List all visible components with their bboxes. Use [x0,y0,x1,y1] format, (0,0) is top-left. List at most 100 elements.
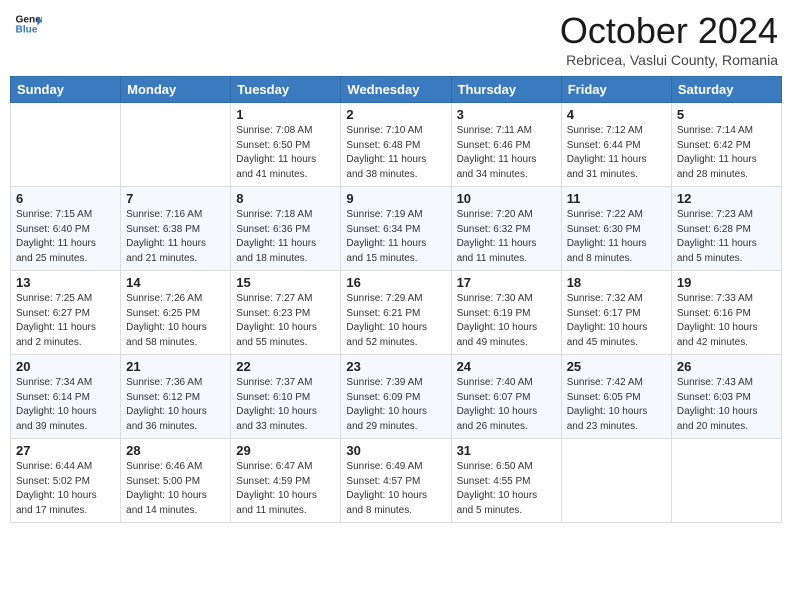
cell-details: Sunrise: 6:44 AMSunset: 5:02 PMDaylight:… [16,460,115,518]
calendar-cell: 23Sunrise: 7:39 AMSunset: 6:09 PMDayligh… [341,355,451,439]
logo: General Blue [14,10,42,38]
day-number: 21 [126,359,225,374]
cell-details: Sunrise: 7:26 AMSunset: 6:25 PMDaylight:… [126,292,225,350]
calendar-cell: 6 Sunrise: 7:15 AMSunset: 6:40 PMDaylight… [11,187,121,271]
calendar-cell: 7 Sunrise: 7:16 AMSunset: 6:38 PMDaylight… [121,187,231,271]
day-number: 26 [677,359,776,374]
cell-details: Sunrise: 7:29 AMSunset: 6:21 PMDaylight:… [346,292,445,350]
day-header-saturday: Saturday [671,77,781,103]
calendar-cell: 11 Sunrise: 7:22 AMSunset: 6:30 PMDayligh… [561,187,671,271]
day-header-monday: Monday [121,77,231,103]
day-number: 18 [567,275,666,290]
cell-details: Sunrise: 6:46 AMSunset: 5:00 PMDaylight:… [126,460,225,518]
calendar-week-row: 13 Sunrise: 7:25 AMSunset: 6:27 PMDayligh… [11,271,782,355]
day-number: 12 [677,191,776,206]
cell-details: Sunrise: 6:49 AMSunset: 4:57 PMDaylight:… [346,460,445,518]
cell-details: Sunrise: 7:42 AMSunset: 6:05 PMDaylight:… [567,376,666,434]
cell-details: Sunrise: 7:34 AMSunset: 6:14 PMDaylight:… [16,376,115,434]
calendar-cell [121,103,231,187]
day-number: 13 [16,275,115,290]
day-number: 31 [457,443,556,458]
calendar-week-row: 20 Sunrise: 7:34 AMSunset: 6:14 PMDayligh… [11,355,782,439]
cell-details: Sunrise: 7:16 AMSunset: 6:38 PMDaylight:… [126,208,225,266]
day-number: 15 [236,275,335,290]
calendar-week-row: 27 Sunrise: 6:44 AMSunset: 5:02 PMDayligh… [11,439,782,523]
cell-details: Sunrise: 7:40 AMSunset: 6:07 PMDaylight:… [457,376,556,434]
page-header: General Blue October 2024 Rebricea, Vasl… [10,10,782,68]
calendar-cell: 21Sunrise: 7:36 AMSunset: 6:12 PMDayligh… [121,355,231,439]
cell-details: Sunrise: 7:23 AMSunset: 6:28 PMDaylight:… [677,208,776,266]
day-number: 5 [677,107,776,122]
calendar-cell: 5Sunrise: 7:14 AMSunset: 6:42 PMDaylight… [671,103,781,187]
calendar-cell: 3 Sunrise: 7:11 AMSunset: 6:46 PMDaylight… [451,103,561,187]
day-number: 19 [677,275,776,290]
cell-details: Sunrise: 7:10 AMSunset: 6:48 PMDaylight:… [346,124,445,182]
calendar-cell: 15 Sunrise: 7:27 AMSunset: 6:23 PMDayligh… [231,271,341,355]
day-number: 22 [236,359,335,374]
cell-details: Sunrise: 7:19 AMSunset: 6:34 PMDaylight:… [346,208,445,266]
calendar-cell [671,439,781,523]
title-block: October 2024 Rebricea, Vaslui County, Ro… [560,10,778,68]
day-number: 3 [457,107,556,122]
cell-details: Sunrise: 7:43 AMSunset: 6:03 PMDaylight:… [677,376,776,434]
calendar-header-row: SundayMondayTuesdayWednesdayThursdayFrid… [11,77,782,103]
cell-details: Sunrise: 7:15 AMSunset: 6:40 PMDaylight:… [16,208,115,266]
calendar-cell: 20 Sunrise: 7:34 AMSunset: 6:14 PMDayligh… [11,355,121,439]
day-number: 11 [567,191,666,206]
calendar-cell: 12 Sunrise: 7:23 AMSunset: 6:28 PMDayligh… [671,187,781,271]
calendar-cell: 24 Sunrise: 7:40 AMSunset: 6:07 PMDayligh… [451,355,561,439]
calendar-cell: 2Sunrise: 7:10 AMSunset: 6:48 PMDaylight… [341,103,451,187]
cell-details: Sunrise: 7:33 AMSunset: 6:16 PMDaylight:… [677,292,776,350]
day-number: 16 [346,275,445,290]
calendar-cell: 30 Sunrise: 6:49 AMSunset: 4:57 PMDayligh… [341,439,451,523]
day-number: 29 [236,443,335,458]
day-number: 25 [567,359,666,374]
cell-details: Sunrise: 7:22 AMSunset: 6:30 PMDaylight:… [567,208,666,266]
day-number: 24 [457,359,556,374]
cell-details: Sunrise: 7:30 AMSunset: 6:19 PMDaylight:… [457,292,556,350]
day-number: 30 [346,443,445,458]
day-number: 4 [567,107,666,122]
calendar-cell: 26 Sunrise: 7:43 AMSunset: 6:03 PMDayligh… [671,355,781,439]
svg-text:Blue: Blue [16,25,38,36]
calendar-cell: 25 Sunrise: 7:42 AMSunset: 6:05 PMDayligh… [561,355,671,439]
cell-details: Sunrise: 7:18 AMSunset: 6:36 PMDaylight:… [236,208,335,266]
day-number: 20 [16,359,115,374]
day-header-wednesday: Wednesday [341,77,451,103]
cell-details: Sunrise: 7:37 AMSunset: 6:10 PMDaylight:… [236,376,335,434]
calendar-cell: 28Sunrise: 6:46 AMSunset: 5:00 PMDayligh… [121,439,231,523]
day-number: 27 [16,443,115,458]
calendar-cell: 18Sunrise: 7:32 AMSunset: 6:17 PMDayligh… [561,271,671,355]
calendar-cell: 27 Sunrise: 6:44 AMSunset: 5:02 PMDayligh… [11,439,121,523]
calendar-cell: 14Sunrise: 7:26 AMSunset: 6:25 PMDayligh… [121,271,231,355]
calendar-table: SundayMondayTuesdayWednesdayThursdayFrid… [10,76,782,523]
calendar-cell: 4Sunrise: 7:12 AMSunset: 6:44 PMDaylight… [561,103,671,187]
cell-details: Sunrise: 7:11 AMSunset: 6:46 PMDaylight:… [457,124,556,182]
calendar-cell [11,103,121,187]
calendar-week-row: 1Sunrise: 7:08 AMSunset: 6:50 PMDaylight… [11,103,782,187]
calendar-cell: 29 Sunrise: 6:47 AMSunset: 4:59 PMDayligh… [231,439,341,523]
cell-details: Sunrise: 7:08 AMSunset: 6:50 PMDaylight:… [236,124,335,182]
calendar-cell: 1Sunrise: 7:08 AMSunset: 6:50 PMDaylight… [231,103,341,187]
cell-details: Sunrise: 7:20 AMSunset: 6:32 PMDaylight:… [457,208,556,266]
cell-details: Sunrise: 7:25 AMSunset: 6:27 PMDaylight:… [16,292,115,350]
day-number: 6 [16,191,115,206]
calendar-cell: 31Sunrise: 6:50 AMSunset: 4:55 PMDayligh… [451,439,561,523]
calendar-cell [561,439,671,523]
calendar-cell: 19 Sunrise: 7:33 AMSunset: 6:16 PMDayligh… [671,271,781,355]
day-number: 23 [346,359,445,374]
cell-details: Sunrise: 6:47 AMSunset: 4:59 PMDaylight:… [236,460,335,518]
logo-icon: General Blue [14,10,42,38]
calendar-week-row: 6 Sunrise: 7:15 AMSunset: 6:40 PMDaylight… [11,187,782,271]
day-number: 8 [236,191,335,206]
day-header-sunday: Sunday [11,77,121,103]
calendar-cell: 17 Sunrise: 7:30 AMSunset: 6:19 PMDayligh… [451,271,561,355]
calendar-cell: 13 Sunrise: 7:25 AMSunset: 6:27 PMDayligh… [11,271,121,355]
day-number: 7 [126,191,225,206]
calendar-cell: 16 Sunrise: 7:29 AMSunset: 6:21 PMDayligh… [341,271,451,355]
month-title: October 2024 [560,10,778,52]
cell-details: Sunrise: 7:27 AMSunset: 6:23 PMDaylight:… [236,292,335,350]
calendar-cell: 22 Sunrise: 7:37 AMSunset: 6:10 PMDayligh… [231,355,341,439]
day-number: 10 [457,191,556,206]
day-number: 17 [457,275,556,290]
